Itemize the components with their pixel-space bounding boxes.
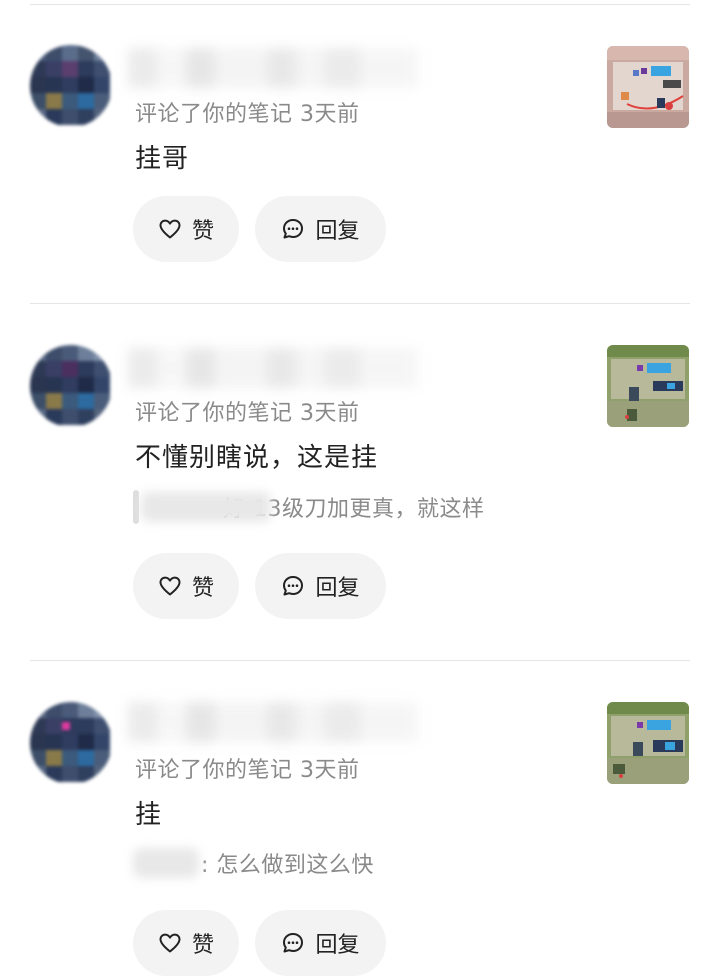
like-label: 赞: [191, 576, 214, 601]
game-screenshot-image: [607, 345, 689, 427]
comment-content[interactable]: 挂: [135, 794, 162, 831]
reply-button[interactable]: 回复: [255, 553, 386, 619]
note-thumbnail[interactable]: [607, 345, 689, 427]
game-screenshot-image: [607, 46, 689, 128]
notification-meta: 评论了你的笔记 3天前: [135, 758, 360, 783]
like-button[interactable]: 赞: [133, 196, 239, 262]
note-thumbnail[interactable]: [607, 46, 689, 128]
game-screenshot-image: [607, 702, 689, 784]
quote-bar: [133, 490, 139, 524]
avatar[interactable]: [30, 345, 112, 427]
comment-content[interactable]: 不懂别瞎说，这是挂: [135, 437, 378, 474]
reply-label: 回复: [315, 933, 360, 958]
username-redacted[interactable]: [128, 702, 418, 742]
heart-icon: [159, 576, 181, 596]
like-label: 赞: [191, 933, 214, 958]
chat-bubble-icon: [283, 219, 304, 239]
reply-button[interactable]: 回复: [255, 196, 386, 262]
quoted-comment[interactable]: : 怎么做到这么快: [133, 845, 374, 881]
note-thumbnail[interactable]: [607, 702, 689, 784]
chat-bubble-icon: [283, 933, 304, 953]
heart-icon: [159, 219, 181, 239]
quoted-user-redacted: [141, 492, 271, 522]
username-redacted[interactable]: [128, 348, 418, 388]
reply-label: 回复: [315, 219, 360, 244]
notification-meta: 评论了你的笔记 3天前: [135, 401, 360, 426]
notification-meta: 评论了你的笔记 3天前: [135, 102, 360, 127]
reply-label: 回复: [315, 576, 360, 601]
avatar[interactable]: [30, 702, 112, 784]
quoted-user-redacted: [133, 848, 199, 878]
top-divider: [30, 4, 690, 5]
like-button[interactable]: 赞: [133, 910, 239, 976]
item-divider: [30, 660, 690, 661]
reply-button[interactable]: 回复: [255, 910, 386, 976]
like-label: 赞: [191, 219, 214, 244]
item-divider: [30, 303, 690, 304]
username-redacted[interactable]: [128, 48, 418, 88]
like-button[interactable]: 赞: [133, 553, 239, 619]
heart-icon: [159, 933, 181, 953]
comment-content[interactable]: 挂哥: [135, 138, 189, 175]
quoted-comment[interactable]: 好 13级刀加更真，就这样: [133, 489, 485, 525]
avatar[interactable]: [30, 45, 112, 127]
chat-bubble-icon: [283, 576, 304, 596]
quoted-text: : 怎么做到这么快: [201, 853, 374, 878]
